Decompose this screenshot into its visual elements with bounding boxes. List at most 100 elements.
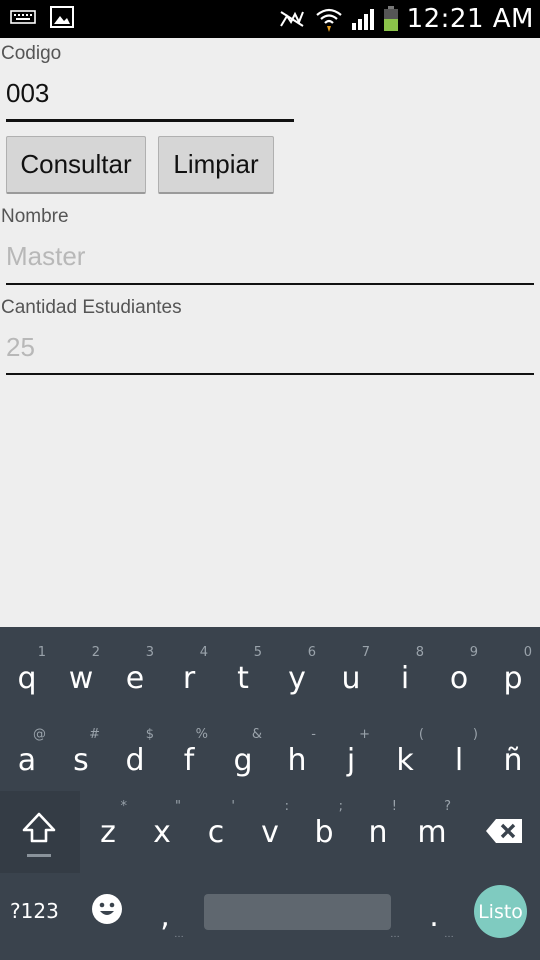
key-hint: 2 bbox=[91, 645, 100, 660]
nombre-value: Master bbox=[6, 241, 86, 271]
wifi-icon bbox=[315, 6, 343, 32]
key-o[interactable]: o9 bbox=[432, 637, 486, 717]
consultar-button[interactable]: Consultar bbox=[6, 136, 146, 194]
key-e[interactable]: e3 bbox=[108, 637, 162, 717]
key-label: c bbox=[207, 815, 225, 850]
key-label: t bbox=[237, 661, 249, 696]
symbols-key[interactable]: ?123 bbox=[10, 889, 74, 929]
key-label: f bbox=[183, 743, 195, 778]
key-label: q bbox=[17, 661, 37, 696]
soft-keyboard: q1w2e3r4t5y6u7i8o9p0 a @ s # d $ f% g & h - j + k(l) ñ… bbox=[0, 627, 540, 960]
key-label: x bbox=[153, 815, 171, 850]
key-label: m bbox=[417, 815, 447, 850]
key-label: w bbox=[68, 661, 94, 696]
status-bar: 12:21 AM bbox=[0, 0, 540, 38]
symbols-label: ?123 bbox=[10, 899, 59, 923]
key-j[interactable]: j + bbox=[324, 719, 378, 799]
codigo-input[interactable]: 003 bbox=[0, 74, 294, 120]
cantidad-input[interactable]: 25 bbox=[0, 328, 534, 374]
key-hint: @ bbox=[33, 727, 46, 742]
key-t[interactable]: t5 bbox=[216, 637, 270, 717]
key-d[interactable]: d $ bbox=[108, 719, 162, 799]
key-n[interactable]: n! bbox=[351, 791, 405, 871]
key-hint: ( bbox=[418, 727, 424, 742]
key-label: h bbox=[287, 743, 307, 778]
key-label: i bbox=[400, 661, 410, 696]
emoji-icon bbox=[91, 893, 123, 925]
clock: 12:21 AM bbox=[406, 4, 534, 34]
emoji-key[interactable] bbox=[84, 889, 130, 933]
key-hint: 0 bbox=[523, 645, 532, 660]
key-b[interactable]: b; bbox=[297, 791, 351, 871]
key-w[interactable]: w2 bbox=[54, 637, 108, 717]
key-label: d bbox=[125, 743, 145, 778]
key-x[interactable]: x " bbox=[135, 791, 189, 871]
key-hint: ' bbox=[231, 799, 235, 814]
key-y[interactable]: y6 bbox=[270, 637, 324, 717]
nombre-input[interactable]: Master bbox=[0, 237, 534, 283]
key-label: z bbox=[100, 815, 116, 850]
nfc-muted-icon bbox=[277, 8, 307, 30]
key-label: y bbox=[288, 661, 306, 696]
codigo-label: Codigo bbox=[1, 43, 62, 64]
key-ñ[interactable]: ñ bbox=[486, 719, 540, 799]
limpiar-button[interactable]: Limpiar bbox=[158, 136, 274, 194]
key-label: o bbox=[449, 661, 469, 696]
key-v[interactable]: v: bbox=[243, 791, 297, 871]
key-label: l bbox=[454, 743, 464, 778]
key-label: n bbox=[368, 815, 388, 850]
image-icon bbox=[50, 6, 74, 28]
key-g[interactable]: g & bbox=[216, 719, 270, 799]
shift-key[interactable] bbox=[13, 791, 67, 871]
key-label: e bbox=[125, 661, 145, 696]
key-r[interactable]: r4 bbox=[162, 637, 216, 717]
key-label: k bbox=[396, 743, 414, 778]
period-key[interactable]: . bbox=[414, 875, 454, 955]
key-hint: : bbox=[284, 799, 289, 814]
key-hint: ? bbox=[444, 799, 451, 814]
key-hint: ; bbox=[338, 799, 343, 814]
comma-key[interactable]: , bbox=[145, 875, 185, 955]
key-s[interactable]: s # bbox=[54, 719, 108, 799]
nombre-label: Nombre bbox=[1, 206, 69, 227]
cantidad-value: 25 bbox=[6, 332, 35, 362]
space-bar[interactable] bbox=[204, 894, 391, 930]
space-more-indicator: … bbox=[390, 929, 400, 940]
key-label: p bbox=[503, 661, 523, 696]
key-hint: % bbox=[195, 727, 208, 742]
period-more-indicator: … bbox=[444, 929, 454, 940]
key-l[interactable]: l) bbox=[432, 719, 486, 799]
key-hint: * bbox=[120, 799, 128, 814]
key-hint: - bbox=[311, 727, 316, 742]
key-z[interactable]: z * bbox=[81, 791, 135, 871]
key-k[interactable]: k( bbox=[378, 719, 432, 799]
key-hint: 6 bbox=[307, 645, 316, 660]
key-label: a bbox=[17, 743, 37, 778]
key-f[interactable]: f% bbox=[162, 719, 216, 799]
key-label: s bbox=[73, 743, 89, 778]
key-hint: " bbox=[175, 799, 181, 814]
key-u[interactable]: u7 bbox=[324, 637, 378, 717]
done-button[interactable]: Listo bbox=[474, 885, 527, 938]
key-p[interactable]: p0 bbox=[486, 637, 540, 717]
key-hint: 3 bbox=[145, 645, 154, 660]
key-hint: $ bbox=[145, 727, 154, 742]
comma-more-indicator: … bbox=[174, 929, 184, 940]
key-q[interactable]: q1 bbox=[0, 637, 54, 717]
key-hint: ! bbox=[391, 799, 397, 814]
key-h[interactable]: h- bbox=[270, 719, 324, 799]
key-i[interactable]: i8 bbox=[378, 637, 432, 717]
key-c[interactable]: c ' bbox=[189, 791, 243, 871]
keyboard-icon bbox=[10, 9, 36, 25]
backspace-key[interactable] bbox=[478, 791, 532, 871]
key-m[interactable]: m? bbox=[405, 791, 459, 871]
key-hint: 5 bbox=[253, 645, 262, 660]
key-hint: ) bbox=[472, 727, 478, 742]
key-hint: & bbox=[251, 727, 262, 742]
key-label: v bbox=[261, 815, 279, 850]
key-hint: 1 bbox=[37, 645, 46, 660]
key-hint: 8 bbox=[415, 645, 424, 660]
codigo-underline bbox=[6, 119, 294, 122]
key-hint: 4 bbox=[199, 645, 208, 660]
key-a[interactable]: a @ bbox=[0, 719, 54, 799]
